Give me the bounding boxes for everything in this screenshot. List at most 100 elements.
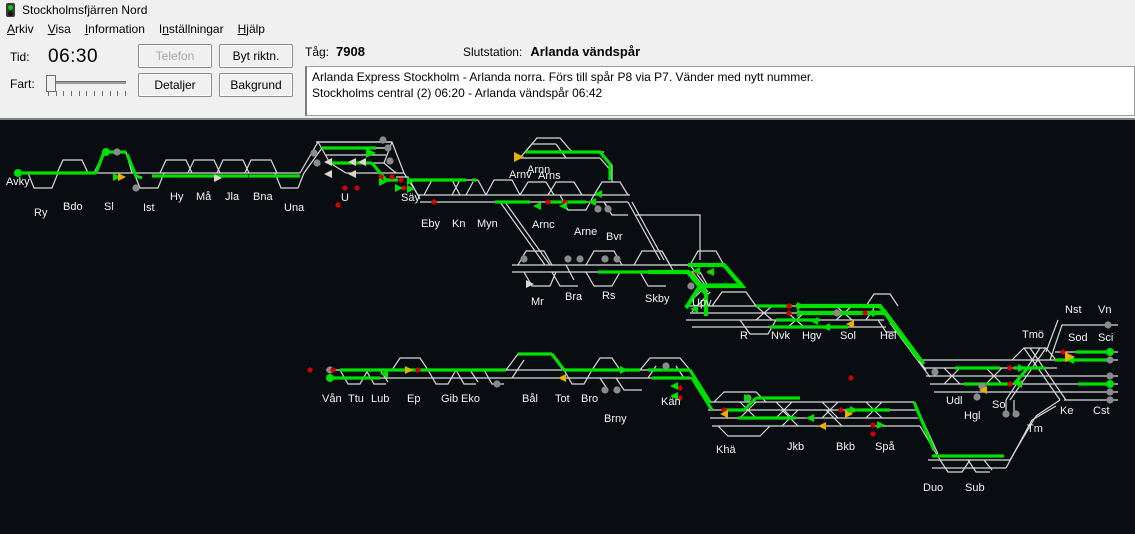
time-label: Tid: xyxy=(10,50,30,64)
station-label-eko[interactable]: Eko xyxy=(461,393,480,405)
application-window: Stockholmsfjärren Nord Arkiv Visa Inform… xyxy=(0,0,1135,534)
station-label-sod[interactable]: Sod xyxy=(1068,332,1088,344)
station-label-bvr[interactable]: Bvr xyxy=(606,231,623,243)
station-label-bdo[interactable]: Bdo xyxy=(63,201,83,213)
station-label-jkb[interactable]: Jkb xyxy=(787,441,804,453)
station-label-avky[interactable]: Avky xyxy=(6,176,30,188)
destination-value: Arlanda vändspår xyxy=(530,44,641,59)
station-label-sy[interactable]: Säy xyxy=(401,192,420,204)
station-label-rs[interactable]: Rs xyxy=(602,290,616,302)
menu-item-hjalp[interactable]: Hjälp xyxy=(238,23,265,35)
station-label-hgv[interactable]: Hgv xyxy=(802,330,822,342)
speed-slider-track xyxy=(48,81,126,84)
station-label-eby[interactable]: Eby xyxy=(421,218,440,230)
menu-label-visa: isa xyxy=(55,22,71,36)
station-label-bra[interactable]: Bra xyxy=(565,291,583,303)
station-label-kn[interactable]: Kn xyxy=(452,218,465,230)
station-label-bna[interactable]: Bna xyxy=(253,191,273,203)
station-label-u[interactable]: U xyxy=(341,192,349,204)
station-label-arns[interactable]: Arns xyxy=(538,170,561,182)
station-label-kh[interactable]: Khä xyxy=(716,444,736,456)
station-label-sl[interactable]: Sl xyxy=(104,201,114,213)
menu-item-installningar[interactable]: Inställningar xyxy=(159,23,224,35)
station-label-sci[interactable]: Sci xyxy=(1098,332,1113,344)
station-label-jla[interactable]: Jla xyxy=(225,191,240,203)
menu-label-hjalp: jälp xyxy=(246,22,265,36)
station-label-duo[interactable]: Duo xyxy=(923,482,943,494)
byt-riktning-button[interactable]: Byt riktn. xyxy=(219,44,293,68)
menu-label-installningar: ställningar xyxy=(168,22,224,36)
station-label-ke[interactable]: Ke xyxy=(1060,405,1073,417)
station-label-hy[interactable]: Hy xyxy=(170,191,184,203)
station-labels: Avky Ry Bdo Sl Ist Hy Må Jla Bna Una U Säy Eby Kn Myn A… xyxy=(6,164,1113,494)
button-column-2: Byt riktn. Bakgrund xyxy=(219,44,293,97)
toolbar: Tid: 06:30 Fart: Telefon Detaljer Byt ri… xyxy=(0,38,1135,120)
bakgrund-button[interactable]: Bakgrund xyxy=(219,73,293,97)
menu-item-information[interactable]: Information xyxy=(85,23,145,35)
speed-slider-thumb[interactable] xyxy=(46,75,56,92)
station-label-sub[interactable]: Sub xyxy=(965,482,985,494)
track-diagram[interactable]: Avky Ry Bdo Sl Ist Hy Må Jla Bna Una U Säy Eby Kn Myn A… xyxy=(0,120,1135,534)
station-label-ttu[interactable]: Ttu xyxy=(348,393,364,405)
toolbar-buttons: Telefon Detaljer Byt riktn. Bakgrund xyxy=(138,38,293,97)
station-label-ep[interactable]: Ep xyxy=(407,393,420,405)
station-label-una[interactable]: Una xyxy=(284,202,305,214)
station-label-bl[interactable]: Bål xyxy=(522,393,538,405)
train-description-box[interactable]: Arlanda Express Stockholm - Arlanda norr… xyxy=(305,66,1135,116)
station-label-brny[interactable]: Brny xyxy=(604,413,627,425)
time-row: Tid: 06:30 xyxy=(10,44,138,70)
station-label-m[interactable]: Må xyxy=(196,191,212,203)
station-label-so[interactable]: So xyxy=(992,399,1005,411)
station-label-lub[interactable]: Lub xyxy=(371,393,389,405)
detaljer-button[interactable]: Detaljer xyxy=(138,73,212,97)
station-label-vn[interactable]: Vn xyxy=(1098,304,1111,316)
station-label-nst[interactable]: Nst xyxy=(1065,304,1082,316)
station-label-sol[interactable]: Sol xyxy=(840,330,856,342)
station-label-upv[interactable]: Upv xyxy=(692,297,712,309)
station-label-tm[interactable]: Tm xyxy=(1027,423,1043,435)
station-label-skby[interactable]: Skby xyxy=(645,293,670,305)
station-label-kn[interactable]: Kän xyxy=(661,396,681,408)
clock-and-speed-panel: Tid: 06:30 Fart: xyxy=(0,38,138,102)
speed-label: Fart: xyxy=(10,77,35,91)
station-label-arne[interactable]: Arne xyxy=(574,226,597,238)
time-value: 06:30 xyxy=(48,46,99,67)
station-label-nvk[interactable]: Nvk xyxy=(771,330,790,342)
menu-label-information: nformation xyxy=(88,22,145,36)
speed-slider[interactable] xyxy=(46,72,128,100)
station-label-arnc[interactable]: Arnc xyxy=(532,219,555,231)
station-label-cst[interactable]: Cst xyxy=(1093,405,1110,417)
station-label-bkb[interactable]: Bkb xyxy=(836,441,855,453)
station-label-hel[interactable]: Hel xyxy=(880,330,897,342)
destination-label: Slutstation: xyxy=(462,45,523,59)
station-label-tot[interactable]: Tot xyxy=(555,393,570,405)
menu-label-arkiv: rkiv xyxy=(15,22,34,36)
train-info-panel: Tåg: 7908 Slutstation: Arlanda vändspår … xyxy=(293,38,1135,116)
station-label-sp[interactable]: Spå xyxy=(875,441,895,453)
window-title: Stockholmsfjärren Nord xyxy=(22,3,148,17)
train-header-row: Tåg: 7908 Slutstation: Arlanda vändspår xyxy=(305,44,1135,63)
speed-slider-ticks xyxy=(48,91,126,97)
menu-bar: Arkiv Visa Information Inställningar Hjä… xyxy=(0,20,1135,38)
train-description-line-1: Arlanda Express Stockholm - Arlanda norr… xyxy=(312,70,814,84)
station-label-bro[interactable]: Bro xyxy=(581,393,598,405)
train-number-label: Tåg: xyxy=(305,45,330,59)
train-number-value: 7908 xyxy=(336,44,365,59)
button-column-1: Telefon Detaljer xyxy=(138,44,212,97)
station-label-vn[interactable]: Vån xyxy=(322,393,342,405)
menu-item-visa[interactable]: Visa xyxy=(48,23,71,35)
track-diagram-svg[interactable]: Avky Ry Bdo Sl Ist Hy Må Jla Bna Una U Säy Eby Kn Myn A… xyxy=(0,120,1135,518)
menu-item-arkiv[interactable]: Arkiv xyxy=(7,23,34,35)
station-label-ist[interactable]: Ist xyxy=(143,202,155,214)
title-bar: Stockholmsfjärren Nord xyxy=(0,0,1135,20)
station-label-r[interactable]: R xyxy=(740,330,748,342)
station-label-tm[interactable]: Tmö xyxy=(1022,329,1044,341)
station-label-mr[interactable]: Mr xyxy=(531,296,544,308)
station-label-hgl[interactable]: Hgl xyxy=(964,410,981,422)
traffic-signal-icon xyxy=(6,3,15,17)
station-label-udl[interactable]: Udl xyxy=(946,395,963,407)
telefon-button[interactable]: Telefon xyxy=(138,44,212,68)
station-label-ry[interactable]: Ry xyxy=(34,207,48,219)
station-label-gib[interactable]: Gib xyxy=(441,393,458,405)
station-label-myn[interactable]: Myn xyxy=(477,218,498,230)
